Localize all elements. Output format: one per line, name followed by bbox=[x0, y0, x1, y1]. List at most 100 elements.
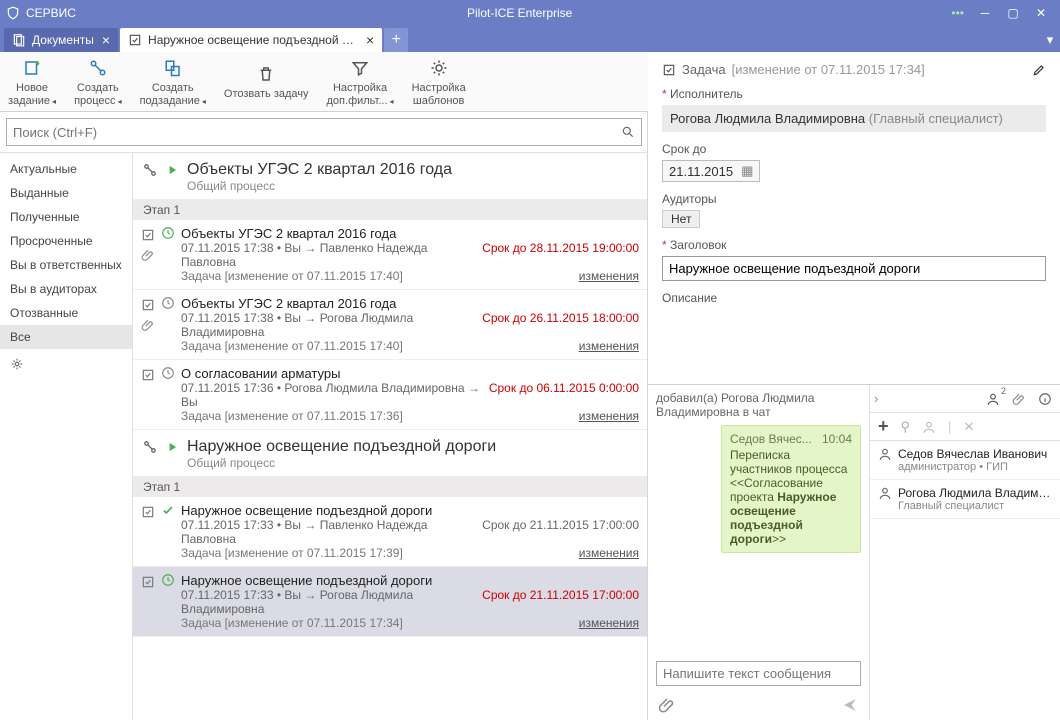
search-icon[interactable] bbox=[621, 125, 635, 139]
extra-filter-button[interactable]: Настройка доп.фильт...◂ bbox=[327, 56, 394, 106]
task-row[interactable]: Объекты УГЭС 2 квартал 2016 года07.11.20… bbox=[133, 220, 647, 290]
due-date-picker[interactable]: 21.11.2015 ▦ bbox=[662, 160, 760, 182]
attach-icon[interactable] bbox=[658, 696, 676, 714]
sidebar-item-responsible[interactable]: Вы в ответственных bbox=[0, 253, 132, 277]
task-deadline: Срок до 26.11.2015 18:00:00 bbox=[482, 311, 639, 339]
add-participant-icon[interactable]: + bbox=[878, 416, 889, 437]
chat-messages[interactable]: добавил(а) Рогова Людмила Владимировна в… bbox=[648, 385, 869, 655]
revoke-task-button[interactable]: Отозвать задачу bbox=[224, 62, 309, 100]
participant-row[interactable]: Рогова Людмила ВладимировГлавный специал… bbox=[870, 480, 1060, 519]
check-icon bbox=[141, 368, 155, 382]
auditors-label: Аудиторы bbox=[662, 192, 1046, 206]
stage-header: Этап 1 bbox=[133, 200, 647, 220]
filter-gear-icon bbox=[348, 56, 372, 80]
attachment-icon bbox=[141, 248, 155, 262]
task-row[interactable]: О согласовании арматуры07.11.2015 17:36 … bbox=[133, 360, 647, 430]
new-subtask-button[interactable]: Создать подзадание◂ bbox=[140, 56, 206, 106]
task-title: Наружное освещение подъездной дороги bbox=[181, 503, 639, 518]
new-process-button[interactable]: Создать процесс◂ bbox=[74, 56, 122, 106]
process-header[interactable]: Наружное освещение подъездной дорогиОбщи… bbox=[133, 430, 647, 477]
gear-icon bbox=[427, 56, 451, 80]
task-meta: 07.11.2015 17:38 • Вы → Рогова Людмила В… bbox=[181, 311, 482, 339]
info-icon[interactable] bbox=[1038, 392, 1052, 406]
new-subtask-icon bbox=[161, 56, 185, 80]
task-title: Объекты УГЭС 2 квартал 2016 года bbox=[181, 296, 639, 311]
participant-role: администратор • ГИП bbox=[898, 461, 1047, 473]
tab-documents[interactable]: Документы × bbox=[4, 28, 118, 52]
check-icon bbox=[141, 228, 155, 242]
task-type-line: Задача [изменение от 07.11.2015 17:34] bbox=[181, 616, 403, 630]
process-subtitle: Общий процесс bbox=[143, 456, 637, 470]
task-title: Наружное освещение подъездной дороги bbox=[181, 573, 639, 588]
send-icon[interactable] bbox=[841, 696, 859, 714]
task-meta: 07.11.2015 17:33 • Вы → Рогова Людмила В… bbox=[181, 588, 482, 616]
changes-link[interactable]: изменения bbox=[579, 546, 639, 560]
check-icon bbox=[141, 575, 155, 589]
task-icon bbox=[128, 33, 142, 47]
sidebar-item-issued[interactable]: Выданные bbox=[0, 181, 132, 205]
task-type-line: Задача [изменение от 07.11.2015 17:40] bbox=[181, 269, 403, 283]
stage-header: Этап 1 bbox=[133, 477, 647, 497]
sidebar-item-overdue[interactable]: Просроченные bbox=[0, 229, 132, 253]
task-type-line: Задача [изменение от 07.11.2015 17:36] bbox=[181, 409, 403, 423]
close-icon[interactable]: × bbox=[366, 32, 374, 48]
tab-task[interactable]: Наружное освещение подъездной дор... × bbox=[120, 28, 382, 52]
task-row[interactable]: Наружное освещение подъездной дороги07.1… bbox=[133, 567, 647, 637]
task-list[interactable]: Объекты УГЭС 2 квартал 2016 года Общий пр… bbox=[133, 153, 647, 720]
svg-text:+: + bbox=[36, 59, 41, 68]
search-bar bbox=[0, 112, 648, 153]
sidebar-item-actual[interactable]: Актуальные bbox=[0, 157, 132, 181]
task-meta: 07.11.2015 17:36 • Рогова Людмила Владим… bbox=[181, 381, 489, 409]
sidebar-settings-button[interactable] bbox=[0, 349, 132, 379]
edit-icon[interactable] bbox=[1032, 63, 1046, 77]
auditors-value[interactable]: Нет bbox=[662, 210, 700, 228]
close-button[interactable]: ✕ bbox=[1028, 3, 1054, 23]
participants-icon[interactable]: 2 bbox=[986, 392, 1000, 406]
task-deadline: Срок до 21.11.2015 17:00:00 bbox=[482, 518, 639, 546]
chat-input[interactable] bbox=[656, 661, 861, 686]
task-row[interactable]: Объекты УГЭС 2 квартал 2016 года07.11.20… bbox=[133, 290, 647, 360]
remove-participant-icon[interactable] bbox=[922, 420, 936, 434]
attach-list-icon[interactable] bbox=[1012, 392, 1026, 406]
tab-overflow-button[interactable]: ▾ bbox=[1040, 28, 1060, 52]
sidebar-item-all[interactable]: Все bbox=[0, 325, 132, 349]
participant-name: Рогова Людмила Владимиров bbox=[898, 486, 1053, 500]
minimize-button[interactable]: ─ bbox=[972, 3, 998, 23]
changes-link[interactable]: изменения bbox=[579, 409, 639, 423]
status-icon bbox=[161, 226, 175, 283]
maximize-button[interactable]: ▢ bbox=[1000, 3, 1026, 23]
user-icon bbox=[878, 447, 892, 473]
menu-service[interactable]: СЕРВИС bbox=[26, 6, 76, 20]
task-deadline: Срок до 06.11.2015 0:00:00 bbox=[489, 381, 639, 409]
search-input[interactable] bbox=[13, 125, 621, 140]
link-participant-icon[interactable]: ⚲ bbox=[901, 419, 911, 435]
changes-link[interactable]: изменения bbox=[579, 339, 639, 353]
delete-participant-icon[interactable]: ✕ bbox=[963, 419, 974, 435]
sidebar-item-received[interactable]: Полученные bbox=[0, 205, 132, 229]
task-title: Объекты УГЭС 2 квартал 2016 года bbox=[181, 226, 639, 241]
changes-link[interactable]: изменения bbox=[579, 616, 639, 630]
tab-label: Документы bbox=[32, 33, 94, 47]
chat-participants-panel: › 2 + ⚲ | ✕ Седов Вячеслав Ивановичадмин… bbox=[870, 385, 1060, 720]
status-icon bbox=[161, 573, 175, 630]
participant-row[interactable]: Седов Вячеслав Ивановичадминистратор • Г… bbox=[870, 441, 1060, 480]
chat-system-message: добавил(а) Рогова Людмила Владимировна в… bbox=[656, 391, 861, 419]
task-row[interactable]: Наружное освещение подъездной дороги07.1… bbox=[133, 497, 647, 567]
changes-link[interactable]: изменения bbox=[579, 269, 639, 283]
process-icon bbox=[143, 163, 157, 177]
tab-label: Наружное освещение подъездной дор... bbox=[148, 33, 358, 47]
add-tab-button[interactable]: + bbox=[384, 28, 408, 52]
sidebar-item-auditor[interactable]: Вы в аудиторах bbox=[0, 277, 132, 301]
title-input[interactable] bbox=[662, 256, 1046, 281]
expand-icon[interactable]: › bbox=[874, 391, 878, 406]
templates-button[interactable]: Настройка шаблонов bbox=[412, 56, 466, 106]
task-icon bbox=[662, 63, 676, 77]
new-task-button[interactable]: + Новое задание◂ bbox=[8, 56, 56, 106]
process-header[interactable]: Объекты УГЭС 2 квартал 2016 годаОбщий пр… bbox=[133, 153, 647, 200]
close-icon[interactable]: × bbox=[102, 32, 110, 48]
process-icon bbox=[143, 440, 157, 454]
process-title: Наружное освещение подъездной дороги bbox=[187, 438, 496, 456]
sidebar-item-revoked[interactable]: Отозванные bbox=[0, 301, 132, 325]
detail-type: Задача bbox=[682, 62, 726, 77]
new-task-icon: + bbox=[20, 56, 44, 80]
